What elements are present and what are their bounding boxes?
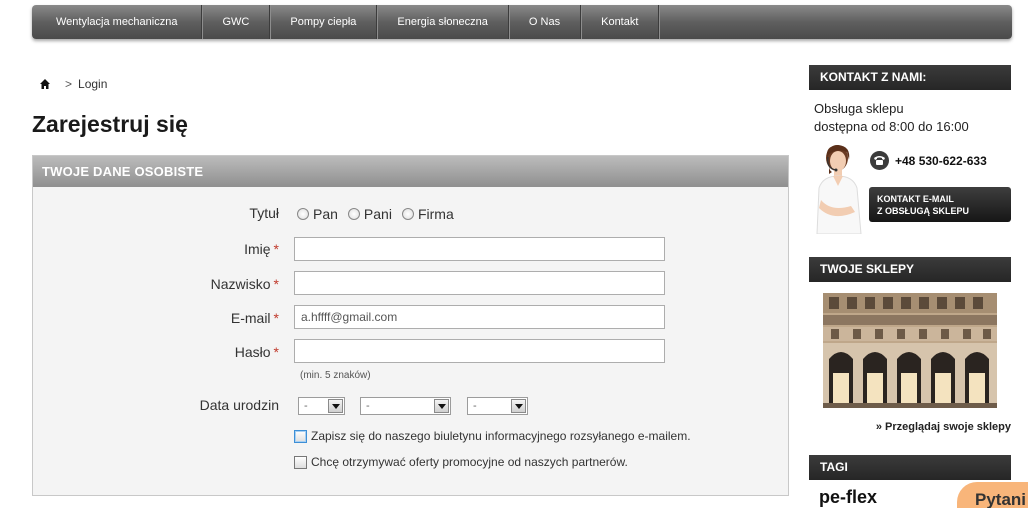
birth-month-select[interactable]: - [360,397,451,415]
newsletter-label: Zapisz się do naszego biuletynu informac… [311,429,691,443]
support-agent-image [811,140,867,235]
title-row: Tytuł Pan Pani Firma [33,204,464,224]
chat-widget-button[interactable]: Pytani [957,482,1028,508]
phone-contact: +48 530-622-633 [870,151,987,170]
chevron-down-icon[interactable] [511,399,526,413]
nav-item-gwc[interactable]: GWC [202,5,271,39]
radio-option-pani[interactable]: Pani [347,206,392,222]
last-name-row: Nazwisko * [33,275,279,295]
first-name-row: Imię * [33,240,279,260]
breadcrumb-separator: > [65,77,73,91]
email-row: E-mail * [33,309,279,329]
password-label: Hasło * [234,344,279,360]
radio-pani-label: Pani [363,206,392,222]
contact-heading: KONTAKT Z NAMI: [809,65,1011,90]
partners-row: Chcę otrzymywać oferty promocyjne od nas… [294,455,628,469]
email-button-line-2: Z OBSŁUGĄ SKLEPU [877,206,970,216]
panel-header: TWOJE DANE OSOBISTE [33,156,788,187]
email-support-button[interactable]: KONTAKT E-MAIL Z OBSŁUGĄ SKLEPU [869,187,1011,222]
tag-link[interactable]: pe-flex [819,487,877,508]
birthdate-label: Data urodzin [199,397,279,413]
phone-number[interactable]: +48 530-622-633 [895,154,987,168]
radio-firma[interactable] [401,208,414,220]
newsletter-row: Zapisz się do naszego biuletynu informac… [294,429,691,443]
partners-label: Chcę otrzymywać oferty promocyjne od nas… [311,455,628,469]
home-icon[interactable] [39,78,51,90]
last-name-label: Nazwisko * [210,276,279,292]
nav-item-pompy[interactable]: Pompy ciepła [270,5,378,39]
email-field[interactable]: a.hffff@gmail.com [294,305,665,329]
radio-pan[interactable] [297,208,309,220]
chevron-down-icon[interactable] [328,399,343,413]
nav-item-energia[interactable]: Energia słoneczna [377,5,509,39]
browse-shops-link[interactable]: » Przeglądaj swoje sklepy [876,421,1011,433]
nav-item-o-nas[interactable]: O Nas [509,5,582,39]
radio-option-firma[interactable]: Firma [401,206,454,222]
radio-pani[interactable] [347,208,360,220]
breadcrumb-current: Login [78,77,108,91]
birthdate-row: Data urodzin [33,396,279,416]
nav-item-kontakt[interactable]: Kontakt [581,5,660,39]
personal-data-panel: TWOJE DANE OSOBISTE Tytuł Pan Pani Firma… [32,155,789,496]
title-label: Tytuł [249,205,279,221]
first-name-label: Imię * [244,241,279,257]
birth-year-select[interactable]: - [467,397,528,415]
birth-day-value: - [304,400,308,412]
partners-checkbox[interactable] [294,455,307,469]
phone-icon [870,151,889,170]
birth-month-value: - [366,400,370,412]
password-field[interactable] [294,339,665,363]
shops-heading: TWOJE SKLEPY [809,257,1011,282]
email-label: E-mail * [230,310,279,326]
service-line-2: dostępna od 8:00 do 16:00 [814,119,969,134]
birth-year-value: - [473,400,477,412]
tags-heading: TAGI [809,455,1011,480]
service-line-1: Obsługa sklepu [814,101,904,116]
newsletter-checkbox[interactable] [294,429,307,443]
birth-day-select[interactable]: - [298,397,345,415]
shop-storefront-image[interactable] [823,293,997,408]
last-name-field[interactable] [294,271,665,295]
title-radio-group: Pan Pani Firma [297,206,464,222]
chevron-down-icon[interactable] [434,399,449,413]
radio-firma-label: Firma [417,206,454,222]
top-navigation: Wentylacja mechaniczna GWC Pompy ciepła … [32,5,1012,39]
breadcrumb: > Login [39,77,107,91]
password-hint: (min. 5 znaków) [300,370,371,381]
radio-option-pan[interactable]: Pan [297,206,338,222]
nav-item-wentylacja[interactable]: Wentylacja mechaniczna [32,5,203,39]
page-title: Zarejestruj się [32,111,188,137]
first-name-field[interactable] [294,237,665,261]
email-button-line-1: KONTAKT E-MAIL [877,194,954,204]
radio-pan-label: Pan [313,206,338,222]
service-hours: Obsługa sklepu dostępna od 8:00 do 16:00 [814,100,969,136]
password-row: Hasło * [33,343,279,363]
